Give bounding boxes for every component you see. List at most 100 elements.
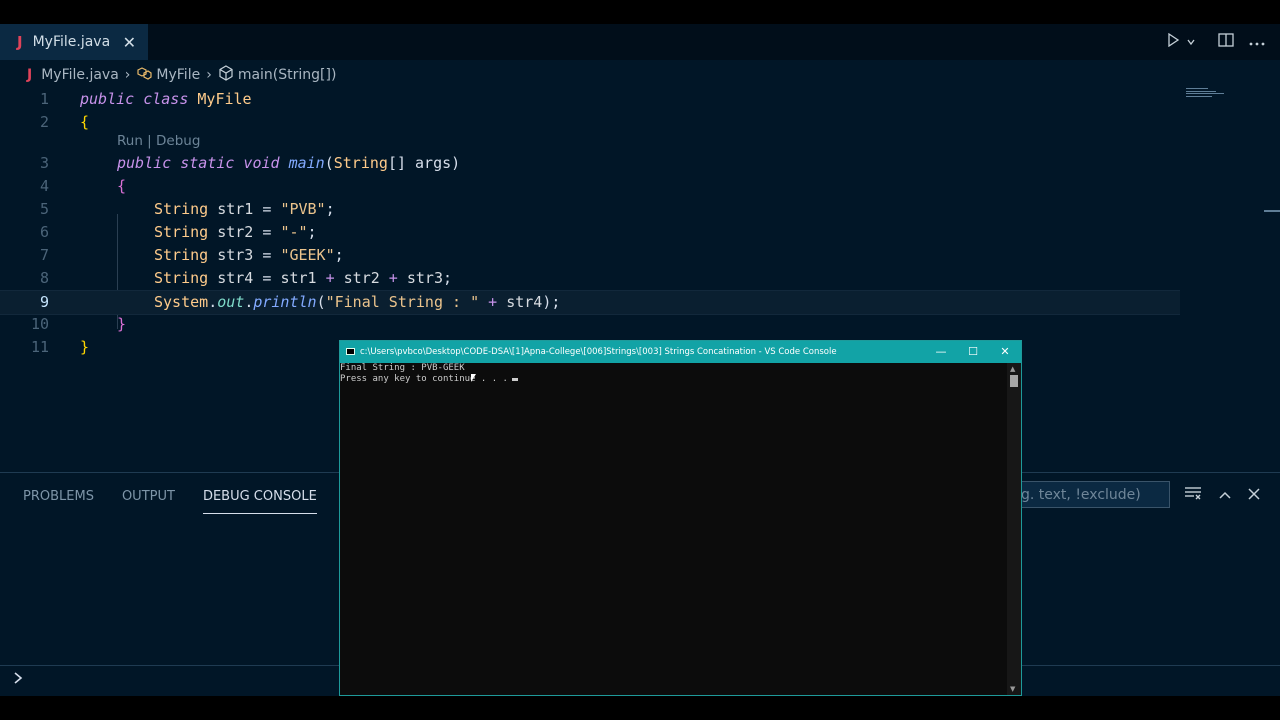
chevron-down-icon[interactable] <box>1186 33 1196 51</box>
tab-debug-console[interactable]: DEBUG CONSOLE <box>202 485 317 514</box>
code-token: String <box>333 154 388 172</box>
close-button[interactable]: ✕ <box>989 341 1021 363</box>
chevron-right-icon: › <box>124 67 131 83</box>
scroll-down-icon[interactable]: ▼ <box>1010 685 1015 693</box>
code-token: ; <box>334 246 344 264</box>
run-debug-codelens[interactable]: Run | Debug <box>117 133 200 149</box>
console-output[interactable]: Final String : PVB-GEEK Press any key to… <box>340 363 1007 695</box>
code-token: + <box>316 269 344 287</box>
code-token: = <box>253 200 281 218</box>
code-token: + <box>479 293 507 311</box>
code-token: ( <box>324 154 334 172</box>
chevron-right-icon: › <box>206 67 212 83</box>
breadcrumb-file[interactable]: MyFile.java <box>41 67 119 83</box>
code-token: [] args) <box>387 154 461 172</box>
code-token: System <box>154 293 209 311</box>
line-number: 10 <box>30 315 49 333</box>
code-token: "-" <box>280 223 308 241</box>
code-token: ; <box>325 200 335 218</box>
scroll-up-icon[interactable]: ▲ <box>1010 365 1015 373</box>
chevron-right-icon <box>12 670 24 689</box>
code-line: 4 { <box>0 175 1180 198</box>
more-actions-icon[interactable] <box>1248 33 1266 51</box>
code-token: MyFile <box>197 90 252 108</box>
tab-output[interactable]: OUTPUT <box>122 485 175 513</box>
editor-scrollbar-marker[interactable] <box>1264 210 1280 212</box>
line-number: 8 <box>39 269 49 287</box>
minimize-button[interactable]: — <box>925 341 957 363</box>
tab-label: MyFile.java <box>32 34 111 50</box>
code-token: "PVB" <box>280 200 326 218</box>
code-token: public static void <box>117 154 289 172</box>
line-number: 9 <box>39 293 49 311</box>
tab-problems[interactable]: PROBLEMS <box>23 485 94 513</box>
code-token: ); <box>542 293 561 311</box>
code-token: String <box>154 223 218 241</box>
console-app-icon <box>346 348 355 355</box>
minimap[interactable] <box>1186 88 1226 100</box>
method-symbol-icon <box>218 65 234 85</box>
code-token: out <box>217 293 245 311</box>
run-icon[interactable] <box>1166 32 1180 51</box>
console-title: c:\Users\pvbco\Desktop\CODE-DSA\[1]Apna-… <box>360 347 837 357</box>
chevron-up-icon[interactable] <box>1218 485 1232 505</box>
text-cursor <box>511 378 518 381</box>
code-line: 8 String str4 = str1 + str2 + str3; <box>0 267 1180 290</box>
code-token: public class <box>80 90 198 108</box>
clear-console-icon[interactable] <box>1184 485 1202 505</box>
code-token: ; <box>307 223 317 241</box>
mouse-pointer-icon <box>471 374 476 382</box>
class-symbol-icon <box>136 66 153 84</box>
code-token: str1 <box>217 200 254 218</box>
line-number: 4 <box>39 177 49 195</box>
code-token: + <box>379 269 407 287</box>
panel-actions <box>1184 481 1260 508</box>
scroll-thumb[interactable] <box>1010 375 1018 387</box>
console-line: Press any key to continue . . . <box>340 374 508 384</box>
breadcrumb-method[interactable]: main(String[]) <box>238 67 337 83</box>
code-token: { <box>80 113 90 131</box>
code-token: ; <box>443 269 453 287</box>
code-token: str1 <box>280 269 317 287</box>
code-line: 3 public static void main(String[] args) <box>0 152 1180 175</box>
code-token: = <box>253 246 281 264</box>
line-number: 2 <box>39 113 49 131</box>
code-token: str3 <box>406 269 443 287</box>
vs-code-console-window[interactable]: c:\Users\pvbco\Desktop\CODE-DSA\[1]Apna-… <box>339 340 1022 696</box>
code-token: String <box>154 246 218 264</box>
code-token: String <box>154 200 218 218</box>
breadcrumb-class[interactable]: MyFile <box>156 67 200 83</box>
code-token: "Final String : " <box>325 293 480 311</box>
close-icon[interactable]: ✕ <box>123 33 136 52</box>
code-line: 5 String str1 = "PVB"; <box>0 198 1180 221</box>
java-icon: J <box>17 33 23 51</box>
code-token: println <box>253 293 317 311</box>
close-icon[interactable] <box>1248 485 1260 505</box>
console-scrollbar[interactable]: ▲ ▼ <box>1007 363 1021 695</box>
line-number: 7 <box>39 246 49 264</box>
console-title-bar[interactable]: c:\Users\pvbco\Desktop\CODE-DSA\[1]Apna-… <box>340 341 1021 363</box>
tab-bar: J MyFile.java ✕ <box>0 24 1280 60</box>
code-line: 2 { <box>0 111 1180 134</box>
code-token: "GEEK" <box>280 246 335 264</box>
window-controls: — ☐ ✕ <box>925 341 1021 363</box>
panel-tabs: PROBLEMS OUTPUT DEBUG CONSOLE TE <box>0 485 361 514</box>
maximize-button[interactable]: ☐ <box>957 341 989 363</box>
code-token: main <box>288 154 325 172</box>
java-icon: J <box>27 67 33 83</box>
code-token: String <box>154 269 218 287</box>
code-line-current: 9 System.out.println("Final String : " +… <box>0 290 1180 315</box>
code-token: str2 <box>343 269 380 287</box>
code-token: . <box>208 293 218 311</box>
split-editor-icon[interactable] <box>1218 33 1234 51</box>
code-token: ( <box>316 293 326 311</box>
code-token: str3 <box>217 246 254 264</box>
code-line: 1 public class MyFile <box>0 88 1180 111</box>
code-token: str4 <box>217 269 254 287</box>
line-number: 6 <box>39 223 49 241</box>
code-token: = <box>253 223 281 241</box>
line-number: 11 <box>30 338 49 356</box>
tab-myfile-java[interactable]: J MyFile.java ✕ <box>0 24 148 60</box>
debug-console-filter-input[interactable]: g. text, !exclude) <box>1016 481 1170 508</box>
line-number: 3 <box>39 154 49 172</box>
